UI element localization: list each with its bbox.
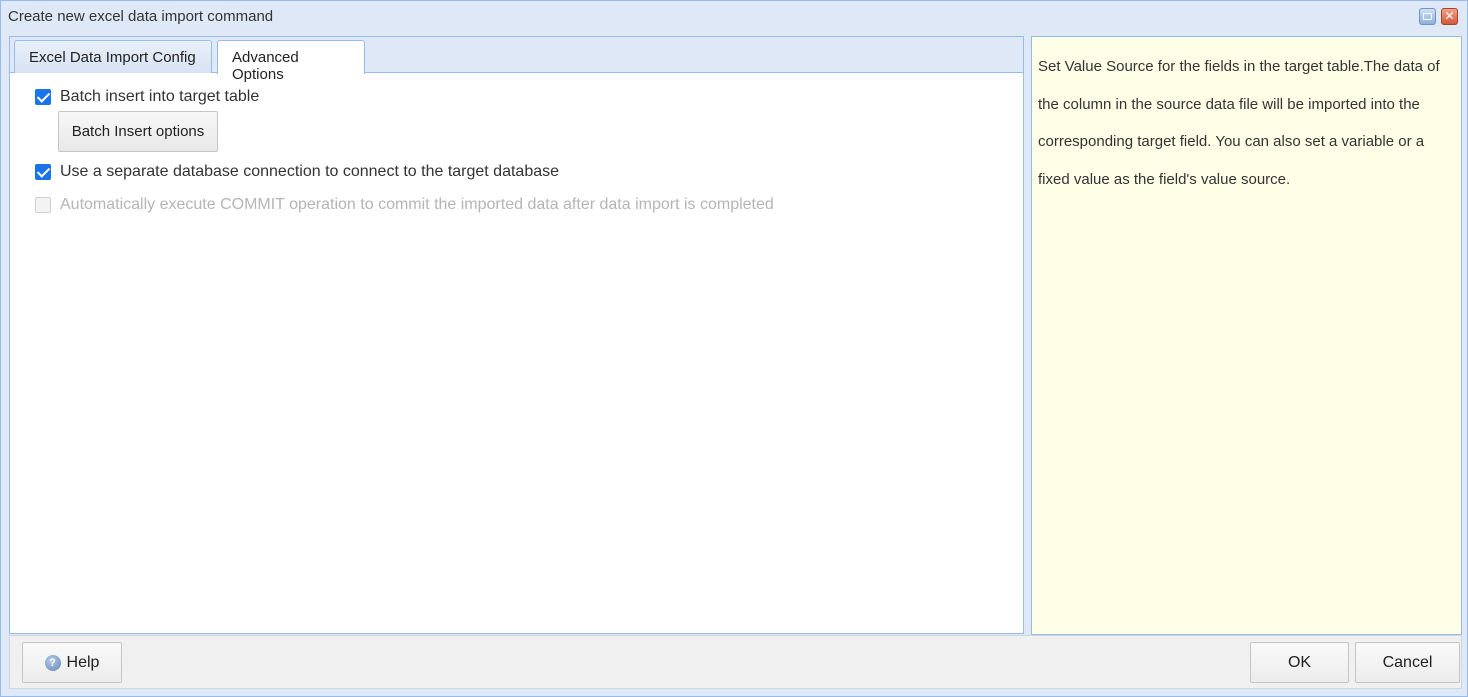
ok-button[interactable]: OK [1250, 642, 1349, 683]
batch-insert-label: Batch insert into target table [60, 88, 260, 105]
panel-splitter[interactable] [1024, 36, 1031, 635]
auto-commit-checkbox [35, 197, 51, 213]
help-panel: Set Value Source for the fields in the t… [1031, 36, 1462, 635]
batch-insert-option[interactable]: Batch insert into target table [35, 86, 259, 108]
batch-insert-checkbox[interactable] [35, 89, 51, 105]
maximize-icon[interactable] [1419, 8, 1436, 25]
title-bar[interactable]: Create new excel data import command ✕ [1, 1, 1467, 34]
dialog-window: Create new excel data import command ✕ E… [0, 0, 1468, 697]
window-title: Create new excel data import command [8, 8, 274, 25]
help-button-label: Help [66, 653, 100, 671]
button-bar: ? Help OK Cancel [9, 635, 1462, 689]
config-panel: Excel Data Import Config Advanced Option… [9, 36, 1024, 634]
help-button[interactable]: ? Help [22, 642, 122, 683]
auto-commit-label: Automatically execute COMMIT operation t… [60, 196, 774, 213]
auto-commit-option: Automatically execute COMMIT operation t… [35, 194, 774, 216]
separate-connection-option[interactable]: Use a separate database connection to co… [35, 161, 559, 183]
tab-excel-data-import-config[interactable]: Excel Data Import Config [14, 40, 212, 73]
separate-connection-label: Use a separate database connection to co… [60, 163, 560, 180]
tab-advanced-options[interactable]: Advanced Options [217, 40, 365, 83]
help-panel-text: Set Value Source for the fields in the t… [1038, 58, 1440, 188]
close-icon[interactable]: ✕ [1441, 8, 1458, 25]
separate-connection-checkbox[interactable] [35, 164, 51, 180]
batch-insert-options-button[interactable]: Batch Insert options [58, 111, 218, 152]
cancel-button[interactable]: Cancel [1355, 642, 1460, 683]
help-icon: ? [44, 654, 61, 671]
tab-strip: Excel Data Import Config Advanced Option… [10, 37, 1023, 83]
